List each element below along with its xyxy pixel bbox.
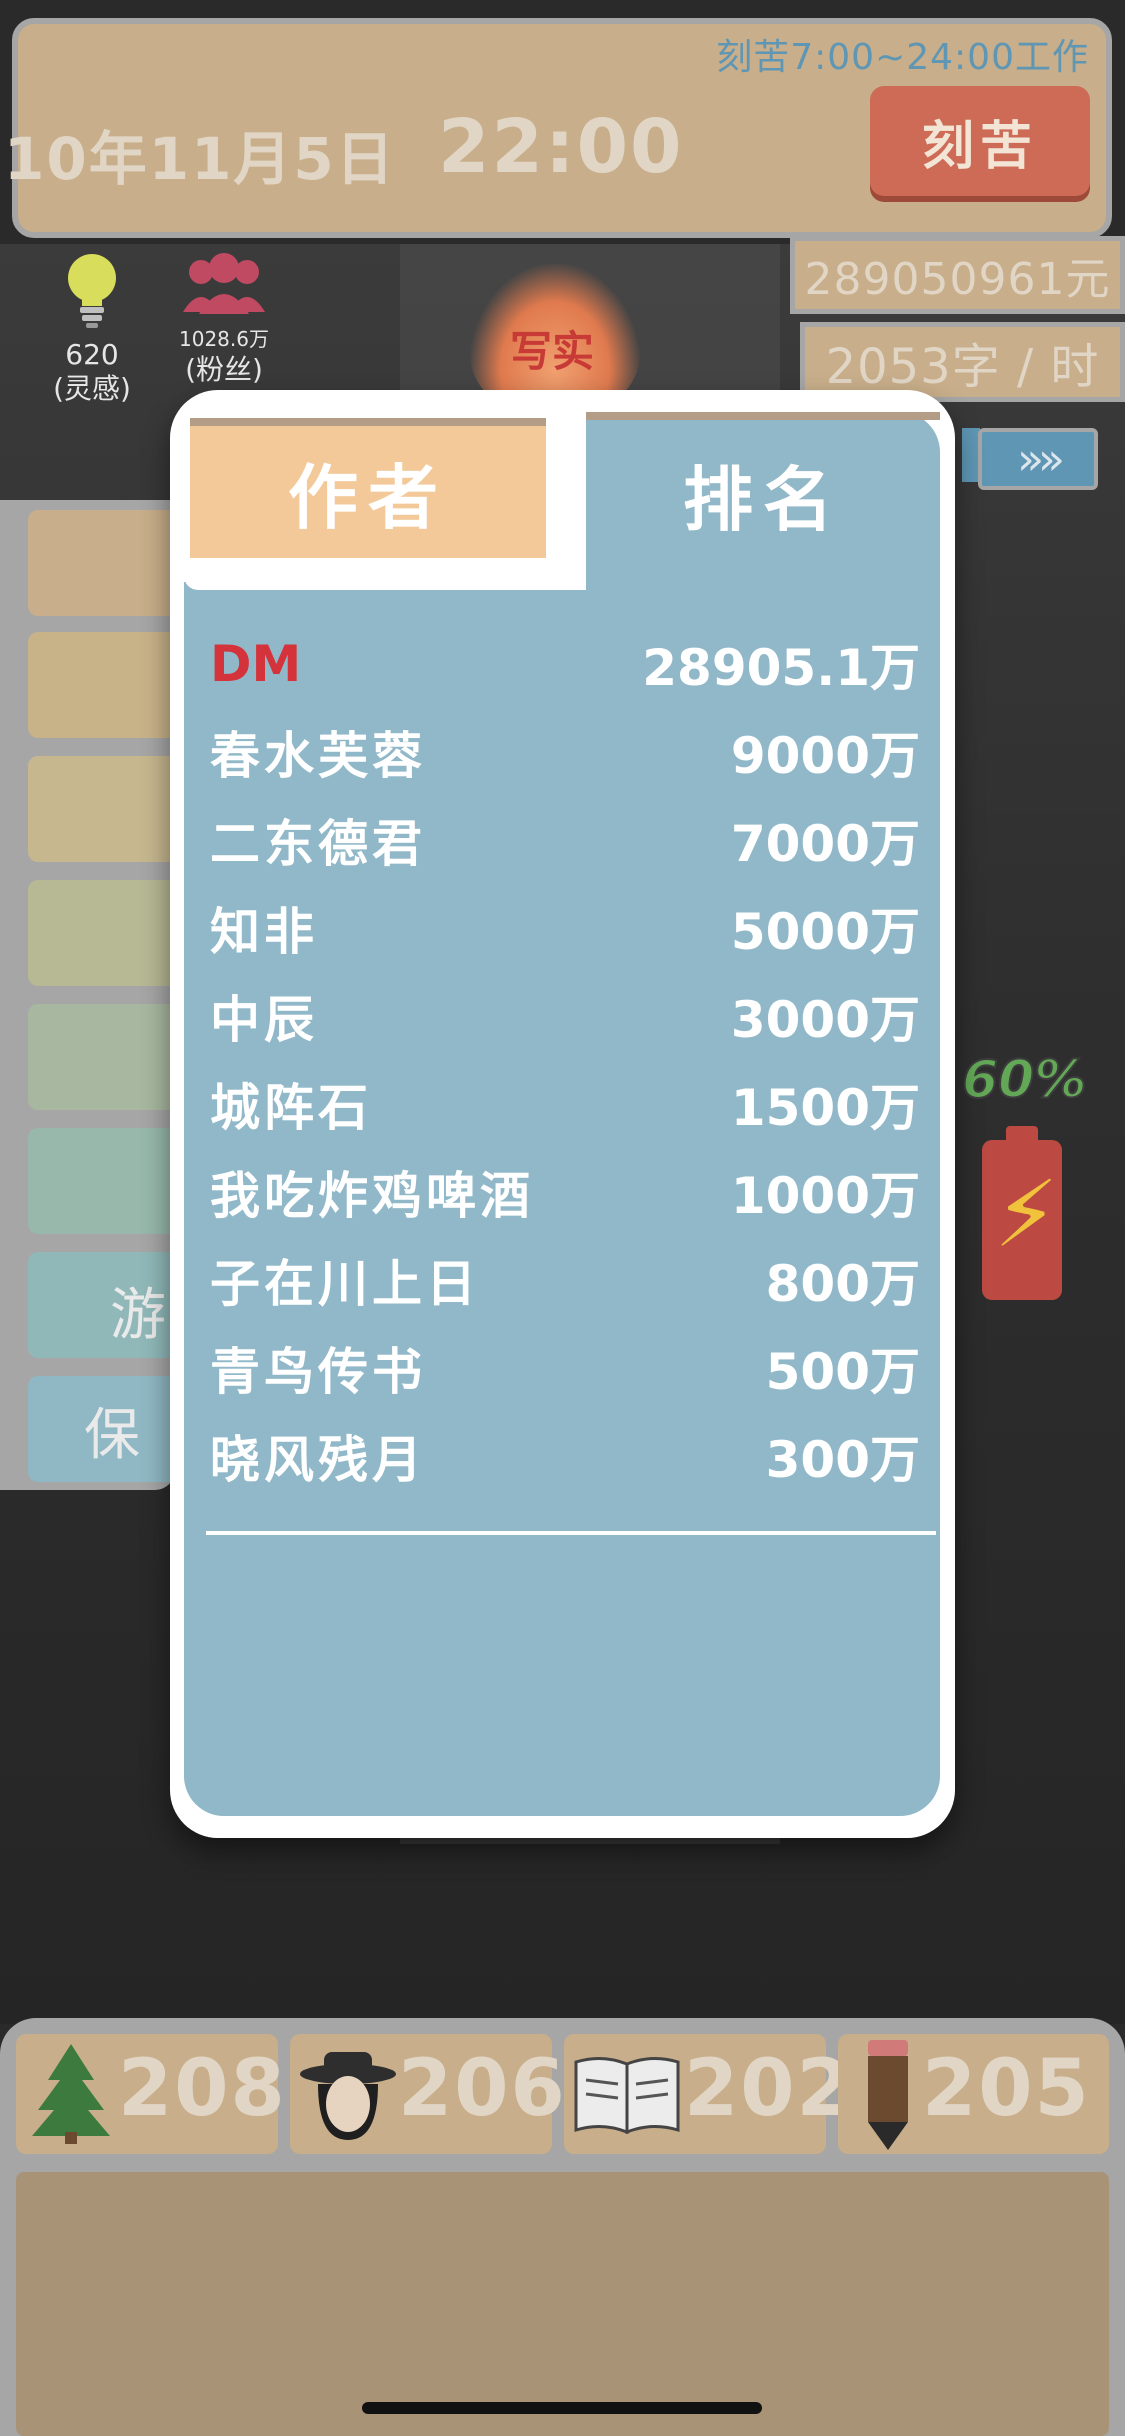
character-icon bbox=[300, 2052, 396, 2140]
fan-count: 5000万 bbox=[730, 903, 920, 961]
ranking-row: 中辰 3000万 bbox=[210, 972, 920, 1060]
fan-count: 7000万 bbox=[730, 815, 920, 873]
author-name: 春水芙蓉 bbox=[210, 727, 426, 785]
work-hours-text: 刻苦7:00~24:00工作 bbox=[716, 37, 1089, 78]
fan-count: 800万 bbox=[765, 1255, 920, 1313]
tab-ranking[interactable]: 排名 bbox=[586, 412, 940, 568]
fan-count: 500万 bbox=[765, 1343, 920, 1401]
left-menu-item[interactable] bbox=[28, 510, 178, 616]
ranking-row: 城阵石 1500万 bbox=[210, 1060, 920, 1148]
fan-count: 3000万 bbox=[730, 991, 920, 1049]
pencil-icon bbox=[868, 2040, 908, 2150]
ranking-row-player: DM 28905.1万 bbox=[210, 620, 920, 708]
inspiration-stat[interactable]: 620 (灵感) bbox=[32, 250, 152, 406]
fan-count: 1000万 bbox=[730, 1167, 920, 1225]
author-name: 子在川上日 bbox=[210, 1255, 480, 1313]
kegu-button[interactable]: 刻苦 bbox=[870, 86, 1090, 196]
lightbulb-icon bbox=[68, 254, 116, 328]
fast-forward-button[interactable]: »» bbox=[978, 428, 1098, 490]
tree-icon bbox=[32, 2044, 110, 2144]
fans-value: 1028.6万 bbox=[179, 327, 269, 351]
tab-separator bbox=[184, 576, 586, 590]
ranking-row: 我吃炸鸡啤酒 1000万 bbox=[210, 1148, 920, 1236]
book-value: 202 bbox=[684, 2044, 853, 2134]
left-menu-label: 游 bbox=[110, 1283, 166, 1348]
inspiration-label: (灵感) bbox=[53, 372, 131, 405]
genre-label: 写实 bbox=[510, 327, 595, 376]
left-menu-label: 保 bbox=[84, 1403, 140, 1468]
fan-count: 300万 bbox=[765, 1431, 920, 1489]
author-name: 中辰 bbox=[210, 991, 318, 1049]
left-menu-item[interactable] bbox=[28, 880, 178, 986]
game-time: 22:00 bbox=[438, 104, 684, 190]
home-indicator[interactable] bbox=[362, 2402, 762, 2414]
bottom-content-panel bbox=[16, 2172, 1109, 2436]
left-menu-item[interactable] bbox=[28, 1128, 178, 1234]
ranking-row: 青鸟传书 500万 bbox=[210, 1324, 920, 1412]
game-date: 10年11月5日 bbox=[4, 125, 396, 193]
tab-author[interactable]: 作者 bbox=[190, 418, 546, 558]
fan-count: 1500万 bbox=[730, 1079, 920, 1137]
lightning-icon: ⚡ bbox=[994, 1161, 1059, 1268]
money-display: 289050961元 bbox=[790, 236, 1125, 314]
author-name: DM bbox=[210, 635, 302, 693]
progress-percent: 60% bbox=[961, 1049, 1087, 1111]
fans-label: (粉丝) bbox=[185, 353, 263, 386]
left-menu-item[interactable] bbox=[28, 1004, 178, 1110]
book-icon bbox=[574, 2057, 680, 2134]
author-name: 知非 bbox=[210, 903, 318, 961]
fan-count: 28905.1万 bbox=[642, 639, 920, 697]
fans-icon bbox=[183, 253, 265, 314]
tree-value: 208 bbox=[118, 2044, 287, 2134]
author-name: 青鸟传书 bbox=[210, 1343, 426, 1401]
ranking-row: 知非 5000万 bbox=[210, 884, 920, 972]
ranking-row: 春水芙蓉 9000万 bbox=[210, 708, 920, 796]
list-divider bbox=[206, 1531, 936, 1535]
inspiration-value: 620 bbox=[65, 338, 119, 371]
author-name: 城阵石 bbox=[210, 1079, 372, 1137]
character-value: 206 bbox=[398, 2044, 567, 2134]
left-menu-item[interactable] bbox=[28, 632, 178, 738]
ranking-list: DM 28905.1万 春水芙蓉 9000万 二东德君 7000万 知非 500… bbox=[210, 620, 920, 1500]
author-name: 我吃炸鸡啤酒 bbox=[210, 1167, 534, 1225]
author-name: 晓风残月 bbox=[210, 1431, 426, 1489]
fans-stat[interactable]: 1028.6万 (粉丝) bbox=[164, 252, 284, 387]
ranking-row: 晓风残月 300万 bbox=[210, 1412, 920, 1500]
ranking-row: 子在川上日 800万 bbox=[210, 1236, 920, 1324]
author-name: 二东德君 bbox=[210, 815, 426, 873]
pencil-value: 205 bbox=[922, 2044, 1091, 2134]
ranking-row: 二东德君 7000万 bbox=[210, 796, 920, 884]
fan-count: 9000万 bbox=[730, 727, 920, 785]
left-menu-item[interactable] bbox=[28, 756, 178, 862]
